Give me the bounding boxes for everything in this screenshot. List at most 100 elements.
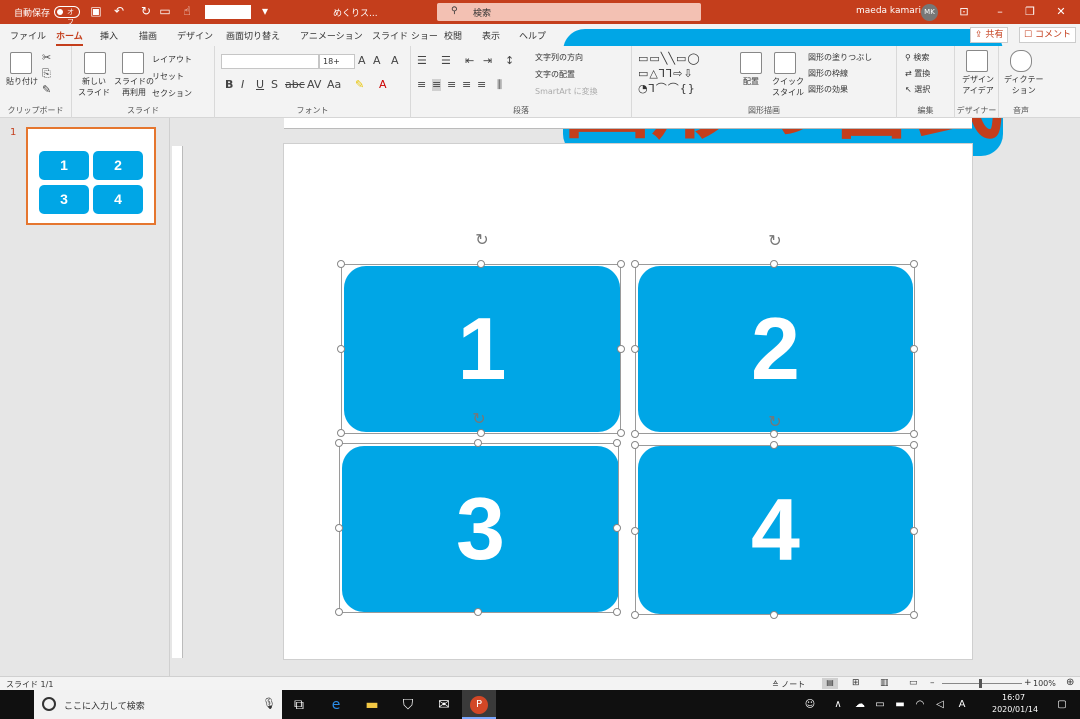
- distributed-icon[interactable]: ≡: [477, 79, 486, 91]
- resize-handle[interactable]: [631, 527, 639, 535]
- slide-thumbnail[interactable]: 1 2 3 4: [26, 127, 156, 225]
- tab-view[interactable]: 表示: [482, 29, 500, 42]
- zoom-level[interactable]: 100%: [1033, 679, 1056, 688]
- rotate-handle-icon[interactable]: ↻: [474, 232, 490, 248]
- text-direction-button[interactable]: 文字列の方向: [535, 52, 583, 63]
- resize-handle[interactable]: [617, 429, 625, 437]
- resize-handle[interactable]: [617, 260, 625, 268]
- dictate-label[interactable]: ディクテー ション: [1004, 74, 1043, 96]
- maximize-icon[interactable]: ❐: [1021, 3, 1039, 21]
- tab-transitions[interactable]: 画面切り替え: [226, 29, 280, 42]
- increase-indent-icon[interactable]: ⇥: [483, 55, 492, 67]
- share-button[interactable]: ⇪ 共有: [970, 27, 1009, 43]
- ribbon-display-icon[interactable]: ⊡: [955, 3, 973, 21]
- quick-styles-icon[interactable]: [774, 52, 796, 74]
- quick-styles-label[interactable]: クイック スタイル: [772, 76, 804, 98]
- resize-handle[interactable]: [337, 260, 345, 268]
- copy-icon[interactable]: ⎘: [42, 68, 51, 80]
- font-size-combo[interactable]: 18+: [319, 54, 355, 69]
- start-slideshow-icon[interactable]: ▭: [158, 4, 172, 18]
- notes-button[interactable]: ≙ ノート: [772, 679, 805, 690]
- reset-button[interactable]: リセット: [152, 71, 184, 82]
- resize-handle[interactable]: [474, 439, 482, 447]
- tab-file[interactable]: ファイル: [10, 29, 46, 42]
- file-explorer-icon[interactable]: ▬: [362, 695, 382, 715]
- tab-design[interactable]: デザイン: [177, 29, 213, 42]
- cut-icon[interactable]: ✂: [42, 52, 51, 64]
- display-icon[interactable]: ▬: [890, 695, 910, 715]
- shapes-gallery[interactable]: ▭▭╲╲▭◯ ▭△⅂⅂⇨⇩ ◔⅂⌒⌒{}: [638, 51, 730, 95]
- shadow-icon[interactable]: S: [271, 79, 278, 91]
- microphone-icon[interactable]: 🎙: [262, 697, 276, 710]
- new-slide-icon[interactable]: [84, 52, 106, 74]
- resize-handle[interactable]: [631, 611, 639, 619]
- tab-draw[interactable]: 描画: [139, 29, 157, 42]
- resize-handle[interactable]: [613, 524, 621, 532]
- zoom-slider-thumb[interactable]: [979, 679, 982, 688]
- rotate-handle-icon[interactable]: ↻: [471, 411, 487, 427]
- normal-view-icon[interactable]: ▤: [822, 678, 838, 689]
- shrink-font-icon[interactable]: A: [373, 55, 381, 67]
- resize-handle[interactable]: [477, 429, 485, 437]
- customize-qat-icon[interactable]: ▾: [258, 4, 272, 18]
- shape-fill-button[interactable]: 図形の塗りつぶし: [808, 52, 872, 63]
- bold-icon[interactable]: B: [225, 79, 233, 91]
- align-center-icon[interactable]: ≡: [432, 79, 442, 91]
- store-icon[interactable]: ⛉: [398, 695, 418, 715]
- clock-time[interactable]: 16:07: [1002, 693, 1025, 702]
- resize-handle[interactable]: [770, 260, 778, 268]
- align-right-icon[interactable]: ≡: [447, 79, 456, 91]
- font-name-combo[interactable]: [221, 54, 319, 69]
- edge-icon[interactable]: e: [326, 695, 346, 715]
- rotate-handle-icon[interactable]: ↻: [767, 233, 783, 249]
- zoom-slider[interactable]: [942, 683, 1022, 684]
- resize-handle[interactable]: [631, 260, 639, 268]
- arrange-icon[interactable]: [740, 52, 762, 74]
- change-case-icon[interactable]: Aa: [327, 79, 341, 91]
- onedrive-icon[interactable]: ☁: [850, 695, 870, 715]
- format-painter-icon[interactable]: ✎: [42, 84, 51, 96]
- select-button[interactable]: ↖ 選択: [905, 84, 930, 95]
- resize-handle[interactable]: [770, 441, 778, 449]
- fit-to-window-icon[interactable]: ⊕: [1066, 677, 1074, 688]
- char-spacing-icon[interactable]: AV: [307, 79, 321, 91]
- save-icon[interactable]: ▣: [89, 4, 103, 18]
- strikethrough-icon[interactable]: abc: [285, 79, 305, 91]
- arrange-label[interactable]: 配置: [743, 76, 759, 87]
- resize-handle[interactable]: [631, 430, 639, 438]
- resize-handle[interactable]: [631, 345, 639, 353]
- reuse-slides-label[interactable]: スライドの 再利用: [114, 76, 154, 98]
- powerpoint-taskbar-item[interactable]: P: [462, 690, 496, 719]
- redo-icon[interactable]: ↻: [139, 4, 153, 18]
- resize-handle[interactable]: [770, 430, 778, 438]
- font-color-box[interactable]: [205, 5, 251, 19]
- resize-handle[interactable]: [770, 611, 778, 619]
- mail-icon[interactable]: ✉: [434, 695, 454, 715]
- design-ideas-icon[interactable]: [966, 50, 988, 72]
- resize-handle[interactable]: [910, 611, 918, 619]
- paste-icon[interactable]: [10, 52, 32, 74]
- resize-handle[interactable]: [337, 429, 345, 437]
- resize-handle[interactable]: [335, 439, 343, 447]
- clear-format-icon[interactable]: A: [391, 55, 399, 67]
- justify-icon[interactable]: ≡: [462, 79, 471, 91]
- design-ideas-label[interactable]: デザイン アイデア: [962, 74, 994, 96]
- people-icon[interactable]: ☺: [800, 695, 820, 715]
- font-color-icon[interactable]: A: [379, 79, 387, 91]
- shape-outline-button[interactable]: 図形の枠線: [808, 68, 848, 79]
- new-slide-label[interactable]: 新しい スライド: [78, 76, 110, 98]
- tray-chevron-icon[interactable]: ∧: [828, 695, 848, 715]
- minimize-icon[interactable]: –: [991, 3, 1009, 21]
- notifications-icon[interactable]: ▢: [1052, 695, 1072, 715]
- zoom-in-icon[interactable]: +: [1024, 678, 1032, 688]
- slide-sorter-icon[interactable]: ⊞: [852, 678, 860, 688]
- find-button[interactable]: ⚲ 検索: [905, 52, 929, 63]
- paste-label[interactable]: 貼り付け: [6, 76, 38, 87]
- bullets-icon[interactable]: ☰: [417, 55, 427, 67]
- resize-handle[interactable]: [335, 608, 343, 616]
- taskbar-search[interactable]: ここに入力して検索 🎙: [34, 690, 282, 719]
- resize-handle[interactable]: [910, 345, 918, 353]
- align-left-icon[interactable]: ≡: [417, 79, 426, 91]
- resize-handle[interactable]: [910, 527, 918, 535]
- tab-home[interactable]: ホーム: [56, 29, 83, 46]
